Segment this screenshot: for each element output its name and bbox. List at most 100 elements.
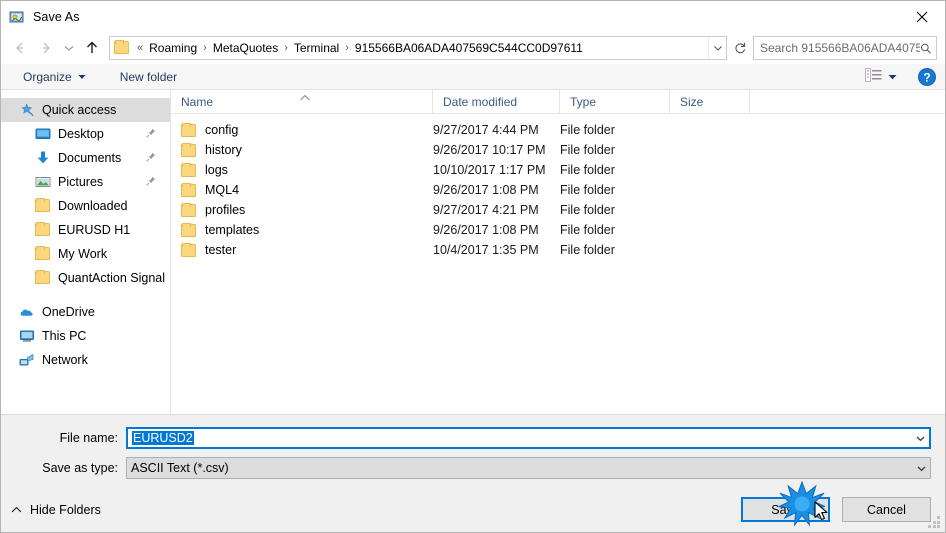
chevron-down-icon	[917, 466, 926, 471]
refresh-button[interactable]	[729, 37, 751, 59]
sidebar-item-label: My Work	[58, 247, 108, 261]
sidebar-item-this-pc[interactable]: This PC	[1, 324, 170, 348]
hide-folders-button[interactable]: Hide Folders	[11, 503, 101, 517]
breadcrumb-separator: ›	[203, 42, 207, 54]
column-label: Size	[680, 94, 704, 109]
save-as-type-select[interactable]: ASCII Text (*.csv)	[126, 457, 931, 479]
column-header-size[interactable]: Size	[670, 90, 750, 113]
table-row[interactable]: history 9/26/2017 10:17 PM File folder	[171, 140, 945, 160]
sidebar-item-eurusd-h1[interactable]: EURUSD H1	[1, 218, 170, 242]
forward-button[interactable]	[33, 35, 59, 61]
file-type: File folder	[560, 243, 615, 257]
organize-button[interactable]: Organize	[15, 66, 94, 88]
breadcrumb-item-roaming[interactable]: Roaming	[146, 41, 200, 55]
column-header-date-modified[interactable]: Date modified	[433, 90, 560, 113]
sidebar-item-label: Quick access	[42, 103, 117, 117]
sidebar-item-label: This PC	[42, 329, 87, 343]
file-type: File folder	[560, 143, 615, 157]
sidebar-item-label: Network	[42, 353, 88, 367]
chevron-down-icon	[78, 73, 86, 81]
breadcrumb-separator: ›	[284, 42, 288, 54]
sidebar-item-pictures[interactable]: Pictures	[1, 170, 170, 194]
sidebar-item-documents[interactable]: Documents	[1, 146, 170, 170]
search-input[interactable]: Search 915566BA06ADA40756...	[753, 36, 937, 60]
cancel-button[interactable]: Cancel	[842, 497, 931, 522]
sidebar-item-my-work[interactable]: My Work	[1, 242, 170, 266]
folder-icon	[35, 246, 51, 262]
footer-buttons: Save Cancel	[741, 497, 931, 522]
sidebar-item-desktop[interactable]: Desktop	[1, 122, 170, 146]
chevron-up-icon	[11, 506, 22, 514]
address-dropdown-button[interactable]	[708, 37, 726, 59]
sidebar-item-downloaded[interactable]: Downloaded	[1, 194, 170, 218]
network-icon	[19, 352, 35, 368]
save-as-type-value: ASCII Text (*.csv)	[131, 461, 229, 475]
file-rows: config 9/27/2017 4:44 PM File folder his…	[171, 114, 945, 260]
breadcrumb-prefix: «	[137, 42, 144, 54]
file-name-cell: logs	[171, 163, 433, 177]
table-row[interactable]: tester 10/4/2017 1:35 PM File folder	[171, 240, 945, 260]
dialog-footer: Hide Folders Save Cancel	[1, 487, 945, 532]
breadcrumb-item-terminal[interactable]: Terminal	[291, 41, 342, 55]
list-view-icon	[865, 68, 882, 85]
dialog-body: Quick access Desktop Documents Pictures …	[1, 90, 945, 415]
view-chevron-down-icon	[888, 73, 897, 81]
sidebar-item-label: Documents	[58, 151, 122, 165]
help-button[interactable]: ?	[917, 67, 937, 87]
column-header-type[interactable]: Type	[560, 90, 670, 113]
table-row[interactable]: templates 9/26/2017 1:08 PM File folder	[171, 220, 945, 240]
metatrader-icon	[9, 9, 25, 25]
file-name-value-wrap: EURUSD2	[128, 431, 912, 445]
title-bar: Save As	[1, 1, 945, 32]
svg-text:?: ?	[923, 70, 930, 84]
help-icon: ?	[918, 67, 936, 86]
new-folder-label: New folder	[119, 69, 178, 84]
sidebar-item-quick-access[interactable]: Quick access	[1, 98, 170, 122]
table-row[interactable]: logs 10/10/2017 1:17 PM File folder	[171, 160, 945, 180]
close-button[interactable]	[899, 1, 945, 32]
breadcrumb-item-guid[interactable]: 915566BA06ADA407569C544CC0D97611	[352, 41, 586, 55]
table-row[interactable]: config 9/27/2017 4:44 PM File folder	[171, 120, 945, 140]
sidebar-item-label: EURUSD H1	[58, 223, 131, 237]
file-name-input[interactable]: EURUSD2	[126, 427, 931, 449]
up-button[interactable]	[79, 35, 105, 61]
new-folder-button[interactable]: New folder	[112, 66, 185, 88]
file-name: MQL4	[205, 183, 240, 197]
file-name-row: File name: EURUSD2	[1, 427, 945, 449]
sidebar-item-quantaction-signal[interactable]: QuantAction Signal	[1, 266, 170, 290]
breadcrumb-item-metaquotes[interactable]: MetaQuotes	[210, 41, 281, 55]
sort-ascending-icon	[299, 91, 311, 105]
folder-icon	[181, 143, 197, 157]
save-button[interactable]: Save	[741, 497, 830, 522]
file-name: tester	[205, 243, 237, 257]
sidebar-item-onedrive[interactable]: OneDrive	[1, 300, 170, 324]
desktop-icon	[35, 126, 51, 142]
column-header-row: Name Date modified Type Size	[171, 90, 945, 114]
file-date: 9/26/2017 1:08 PM	[433, 223, 539, 237]
this-pc-icon	[19, 328, 35, 344]
back-button[interactable]	[7, 35, 33, 61]
file-name-cell: config	[171, 123, 433, 137]
table-row[interactable]: profiles 9/27/2017 4:21 PM File folder	[171, 200, 945, 220]
recent-locations-button[interactable]	[59, 35, 79, 61]
address-bar[interactable]: « Roaming › MetaQuotes › Terminal › 9155…	[109, 36, 727, 60]
refresh-icon	[735, 42, 746, 54]
resize-grip-icon[interactable]	[928, 516, 941, 529]
star-pin-icon	[19, 102, 35, 118]
save-as-type-dropdown-button[interactable]	[913, 463, 930, 474]
chevron-down-icon	[713, 46, 722, 51]
file-name-dropdown-button[interactable]	[912, 433, 929, 444]
change-view-button[interactable]	[863, 66, 899, 88]
arrow-right-icon	[43, 42, 50, 54]
file-date: 10/10/2017 1:17 PM	[433, 163, 546, 177]
table-row[interactable]: MQL4 9/26/2017 1:08 PM File folder	[171, 180, 945, 200]
organize-label: Organize	[23, 69, 72, 84]
file-name: config	[205, 123, 239, 137]
file-name-cell: history	[171, 143, 433, 157]
file-name-value: EURUSD2	[132, 431, 194, 445]
arrow-up-icon	[87, 41, 97, 53]
file-name-cell: templates	[171, 223, 433, 237]
sidebar-item-network[interactable]: Network	[1, 348, 170, 372]
column-header-name[interactable]: Name	[171, 90, 433, 113]
file-type: File folder	[560, 203, 615, 217]
